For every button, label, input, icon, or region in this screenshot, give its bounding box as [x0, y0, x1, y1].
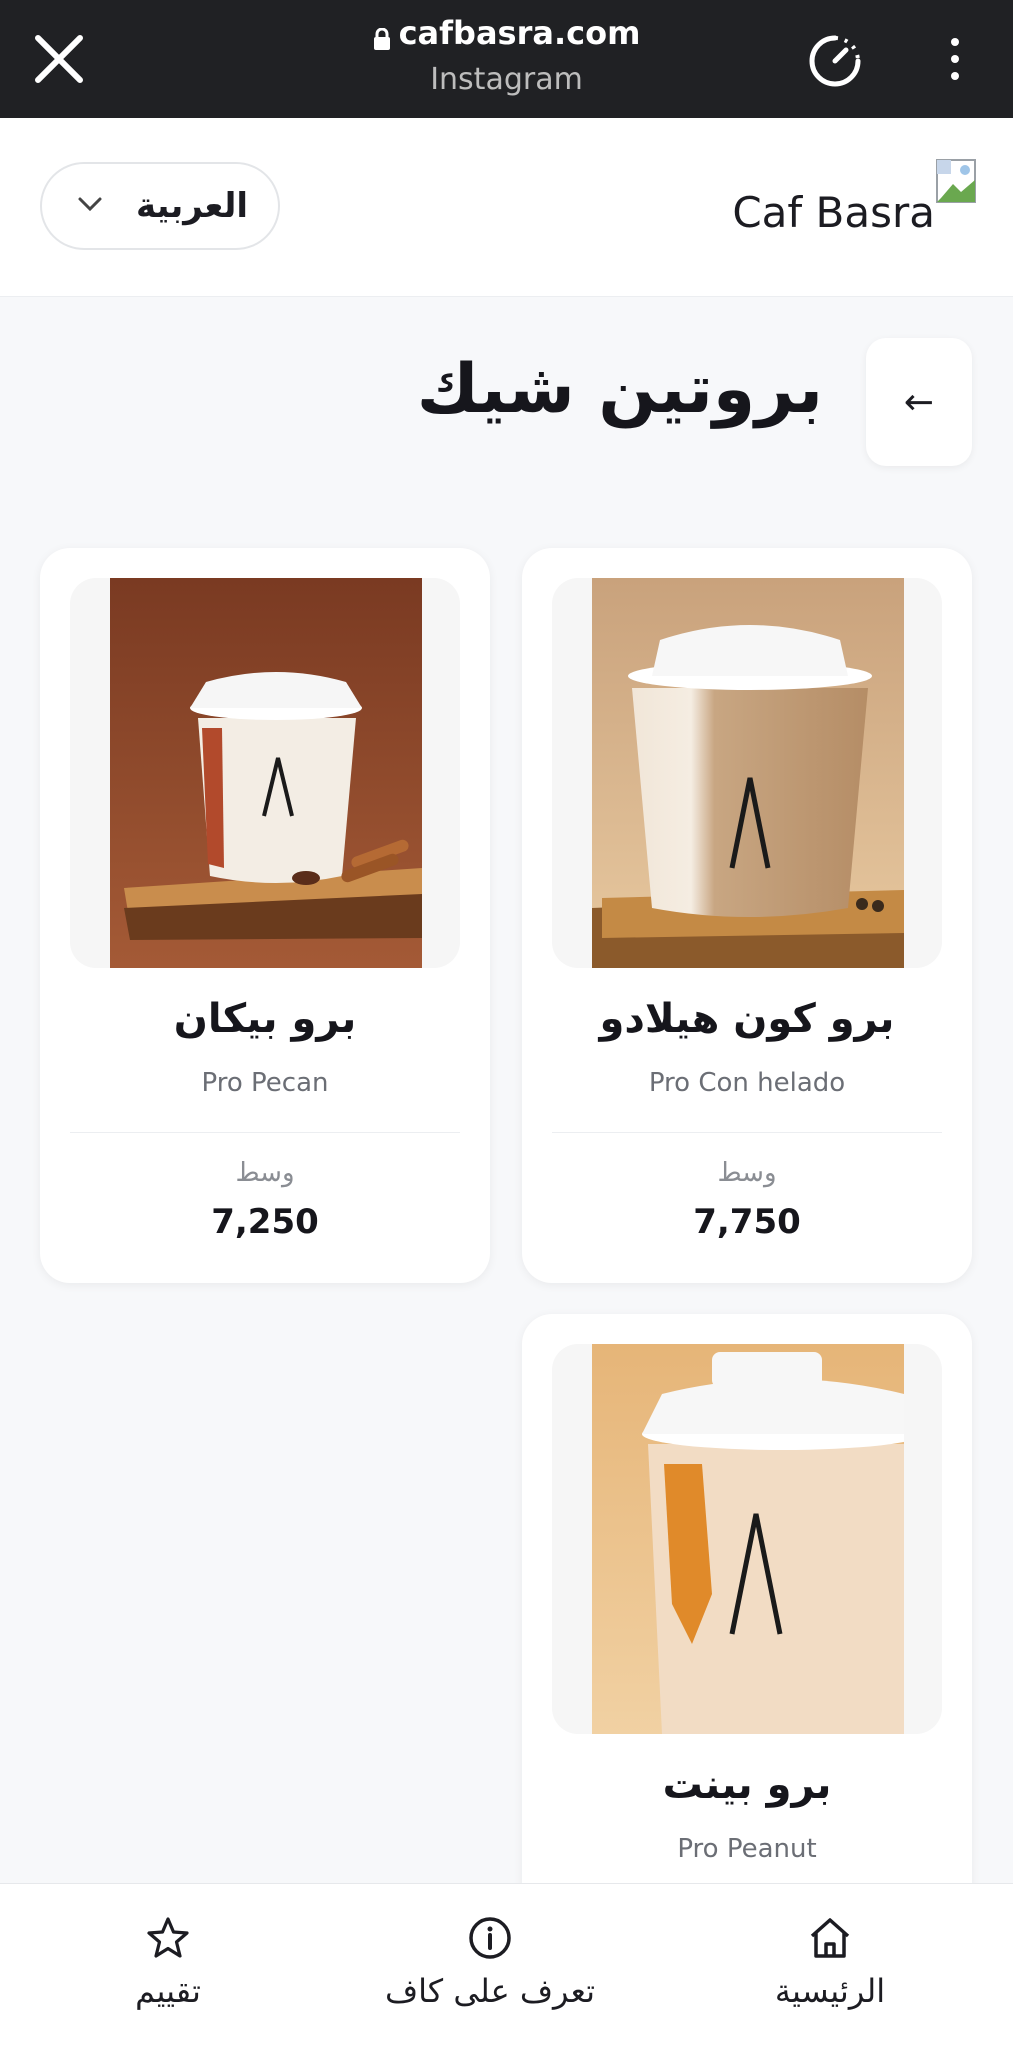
- url-text-row[interactable]: cafbasra.com: [373, 14, 641, 52]
- timer-icon[interactable]: [802, 28, 868, 94]
- product-image-frame: [552, 1344, 942, 1734]
- divider: [70, 1132, 460, 1133]
- product-photo: [592, 1344, 904, 1734]
- product-name-ar: برو بينت: [662, 1762, 832, 1808]
- nav-home-label: الرئيسية: [774, 1972, 886, 2010]
- nav-about[interactable]: تعرف على كاف: [370, 1884, 610, 2049]
- product-price: 7,750: [693, 1202, 801, 1242]
- nav-about-label: تعرف على كاف: [384, 1972, 596, 2010]
- lock-icon: [373, 20, 391, 50]
- language-select[interactable]: العربية: [40, 162, 280, 250]
- divider: [552, 1132, 942, 1133]
- broken-image-icon: [935, 158, 977, 204]
- product-card[interactable]: برو كون هيلادو Pro Con helado وسط 7,750: [522, 548, 972, 1283]
- language-label: العربية: [135, 186, 248, 226]
- browser-toolbar: cafbasra.com Instagram: [0, 0, 1013, 118]
- product-size: وسط: [235, 1158, 295, 1188]
- back-button[interactable]: ←: [866, 338, 972, 466]
- product-name-ar: برو بيكان: [173, 996, 357, 1042]
- url-text: cafbasra.com: [398, 14, 641, 52]
- product-name-en: Pro Con helado: [648, 1068, 846, 1098]
- product-photo: [592, 578, 904, 968]
- nav-rate-label: تقييم: [135, 1972, 201, 2010]
- product-card[interactable]: برو بينت Pro Peanut: [522, 1314, 972, 1934]
- info-icon: [466, 1914, 514, 1962]
- back-arrow-icon: ←: [903, 381, 935, 423]
- brand-logo[interactable]: Caf Basra: [732, 158, 977, 237]
- product-image-frame: [552, 578, 942, 968]
- bottom-navigation: الرئيسية تعرف على كاف تقييم: [0, 1883, 1013, 2049]
- nav-rate[interactable]: تقييم: [108, 1884, 228, 2049]
- home-icon: [806, 1914, 854, 1962]
- product-card[interactable]: برو بيكان Pro Pecan وسط 7,250: [40, 548, 490, 1283]
- page-title: بروتين شيك: [416, 350, 823, 429]
- nav-home[interactable]: الرئيسية: [760, 1884, 900, 2049]
- product-name-ar: برو كون هيلادو: [599, 996, 895, 1042]
- product-name-en: Pro Pecan: [201, 1068, 329, 1098]
- star-icon: [144, 1914, 192, 1962]
- product-price: 7,250: [211, 1202, 319, 1242]
- site-header: العربية Caf Basra: [0, 118, 1013, 297]
- product-size: وسط: [717, 1158, 777, 1188]
- product-image-frame: [70, 578, 460, 968]
- chevron-down-icon: [76, 195, 104, 217]
- product-name-en: Pro Peanut: [677, 1834, 817, 1864]
- brand-name: Caf Basra: [732, 188, 935, 237]
- product-photo: [110, 578, 422, 968]
- kebab-menu-icon[interactable]: [940, 34, 970, 84]
